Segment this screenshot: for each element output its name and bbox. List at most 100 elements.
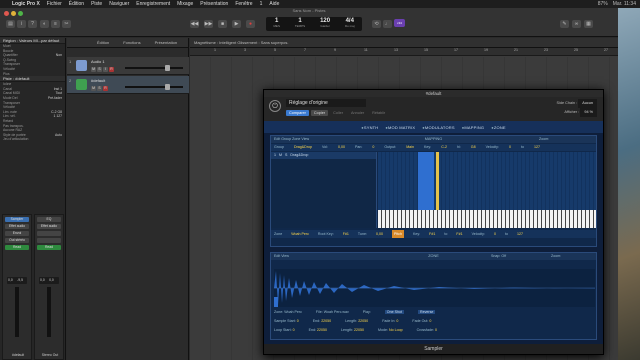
tab-mod-matrix[interactable]: MOD MATRIX (385, 125, 415, 130)
clock[interactable]: Mar. 11:34 (613, 1, 636, 7)
inspector-value[interactable]: Non (56, 53, 62, 58)
param-value[interactable]: 0 (293, 328, 295, 332)
param-value[interactable]: 0 (429, 319, 431, 323)
track-volume-slider[interactable] (125, 65, 183, 71)
param-value[interactable]: 0 (396, 319, 398, 323)
paste-button[interactable]: Coller (330, 110, 346, 116)
menu-item[interactable]: 1 (260, 1, 263, 7)
volume-fader[interactable] (47, 287, 51, 337)
param-value[interactable]: 0 (297, 319, 299, 323)
smart-controls-icon[interactable]: ◐ (40, 20, 49, 28)
arrange-toolbar[interactable]: Magnétisme : Intelligent Glissement : Sa… (190, 38, 618, 48)
snap-menu[interactable]: Snap: Off (491, 253, 506, 260)
param-value[interactable]: 0 (372, 144, 374, 151)
solo-button[interactable]: S (97, 67, 102, 72)
tuner-icon[interactable]: ♩ (383, 20, 392, 28)
menu-app[interactable]: Logic Pro X (12, 1, 40, 7)
loops-icon[interactable]: ∞ (572, 20, 581, 28)
zone-file[interactable]: File: Woah Perc.wav (316, 310, 349, 314)
rewind-icon[interactable]: ◀◀ (190, 20, 199, 28)
play-icon[interactable]: ▶ (232, 20, 241, 28)
info-icon[interactable]: i (17, 20, 26, 28)
instrument-slot[interactable]: Sampler (5, 217, 29, 222)
undo-button[interactable]: Annuler (348, 110, 367, 116)
output-slot[interactable]: Out stéréo (5, 238, 29, 243)
tab-modulators[interactable]: MODULATORS (422, 125, 455, 130)
group-solo-button[interactable]: S (285, 152, 287, 159)
param-value[interactable]: 0,00 (338, 144, 345, 151)
param-value[interactable]: Drag&Drop (294, 144, 312, 151)
redo-button[interactable]: Rétablir (369, 110, 388, 116)
inspector-value[interactable]: 1 127 (54, 114, 63, 119)
mute-button[interactable]: M (91, 86, 96, 91)
forward-icon[interactable]: ▶▶ (204, 20, 213, 28)
audio-fx-slot[interactable]: Effet audio (5, 224, 29, 229)
solo-button[interactable]: S (97, 86, 102, 91)
empty-slot[interactable] (37, 238, 61, 243)
param-value[interactable]: No Loop (389, 328, 403, 332)
automation-read-button[interactable]: Read (5, 245, 29, 250)
zone-zoom[interactable]: Zoom: (551, 253, 561, 260)
param-value[interactable]: 22050 (358, 319, 368, 323)
track-row[interactable]: 1 Audio 1 MSIR (67, 57, 189, 75)
lcd-display[interactable]: 1 MES 1 TEMPS 120 Garder 4/4 Do maj (266, 17, 362, 31)
param-value[interactable]: F#1 (343, 230, 349, 238)
param-value[interactable]: 0,00 (376, 230, 383, 238)
track-row[interactable]: 2 #default MSR (67, 76, 189, 94)
param-value[interactable]: 0 (435, 328, 437, 332)
slider-handle[interactable] (165, 84, 170, 90)
sidechain-menu[interactable]: Aucun (578, 99, 597, 108)
slider-handle[interactable] (165, 65, 170, 71)
menu-item[interactable]: Édition (69, 1, 84, 7)
menu-item[interactable]: Aide (269, 1, 279, 7)
input-button[interactable]: I (103, 67, 108, 72)
zone-menus[interactable]: Edit View (274, 253, 289, 260)
ruler[interactable]: 1 3 5 7 9 11 13 15 17 19 21 23 25 27 (190, 48, 618, 56)
menu-item[interactable]: Naviguer (109, 1, 129, 7)
send-slot[interactable]: Envoi (5, 231, 29, 236)
track-name[interactable]: Audio 1 (91, 59, 105, 64)
edit-menu[interactable]: Édition (97, 38, 109, 47)
mapping-menus[interactable]: Edit Group Zone View (274, 136, 309, 143)
tab-synth[interactable]: SYNTH (361, 125, 378, 130)
param-value[interactable]: 127 (517, 230, 523, 238)
functions-menu[interactable]: Fonctions (123, 38, 140, 47)
param-value[interactable]: 22050 (321, 319, 331, 323)
tab-mapping[interactable]: MAPPING (462, 125, 484, 130)
inspector-value[interactable]: Auto (55, 133, 62, 138)
empty-slot[interactable] (37, 231, 61, 236)
param-value[interactable]: F#1 (429, 230, 435, 238)
eq-slot[interactable]: EQ (37, 217, 61, 222)
zone-name[interactable]: Zone: Woah Perc (274, 310, 302, 314)
param-value[interactable]: 22050 (317, 328, 327, 332)
menu-item[interactable]: Présentation (200, 1, 228, 7)
usb-badge[interactable]: c34 (394, 19, 405, 27)
group-row[interactable]: 1 M S Drag&Drop (271, 152, 376, 159)
record-enable-button[interactable]: R (109, 67, 114, 72)
power-icon[interactable]: ⏻ (269, 100, 281, 112)
group-name[interactable]: Drag&Drop (290, 152, 308, 159)
group-mute-button[interactable]: M (279, 152, 282, 159)
view-size-menu[interactable]: 94 % (580, 108, 597, 117)
menu-item[interactable]: Mixage (177, 1, 193, 7)
track-name[interactable]: #default (91, 78, 105, 83)
volume-fader[interactable] (15, 287, 19, 337)
menu-item[interactable]: Fichier (47, 1, 62, 7)
record-icon[interactable]: ● (246, 20, 255, 28)
zone-map-grid[interactable] (378, 152, 596, 210)
param-value[interactable]: Main (406, 144, 414, 151)
mixer-icon[interactable]: ≡ (51, 20, 60, 28)
pitch-button[interactable]: Pitch (391, 230, 404, 238)
track-volume-slider[interactable] (125, 84, 183, 90)
waveform-display[interactable] (274, 269, 595, 307)
param-value[interactable]: 22050 (354, 328, 364, 332)
battery-status[interactable]: 87% (598, 1, 608, 7)
reverse-button[interactable]: Reverse (417, 310, 436, 314)
one-shot-button[interactable]: One Shot (384, 310, 404, 314)
mute-button[interactable]: M (91, 67, 96, 72)
notes-icon[interactable]: ✎ (560, 20, 569, 28)
compare-button[interactable]: Comparer (286, 110, 309, 116)
param-value[interactable]: C-2 (441, 144, 447, 151)
menu-item[interactable]: Fenêtre (235, 1, 252, 7)
view-menu[interactable]: Présentation (155, 38, 177, 47)
